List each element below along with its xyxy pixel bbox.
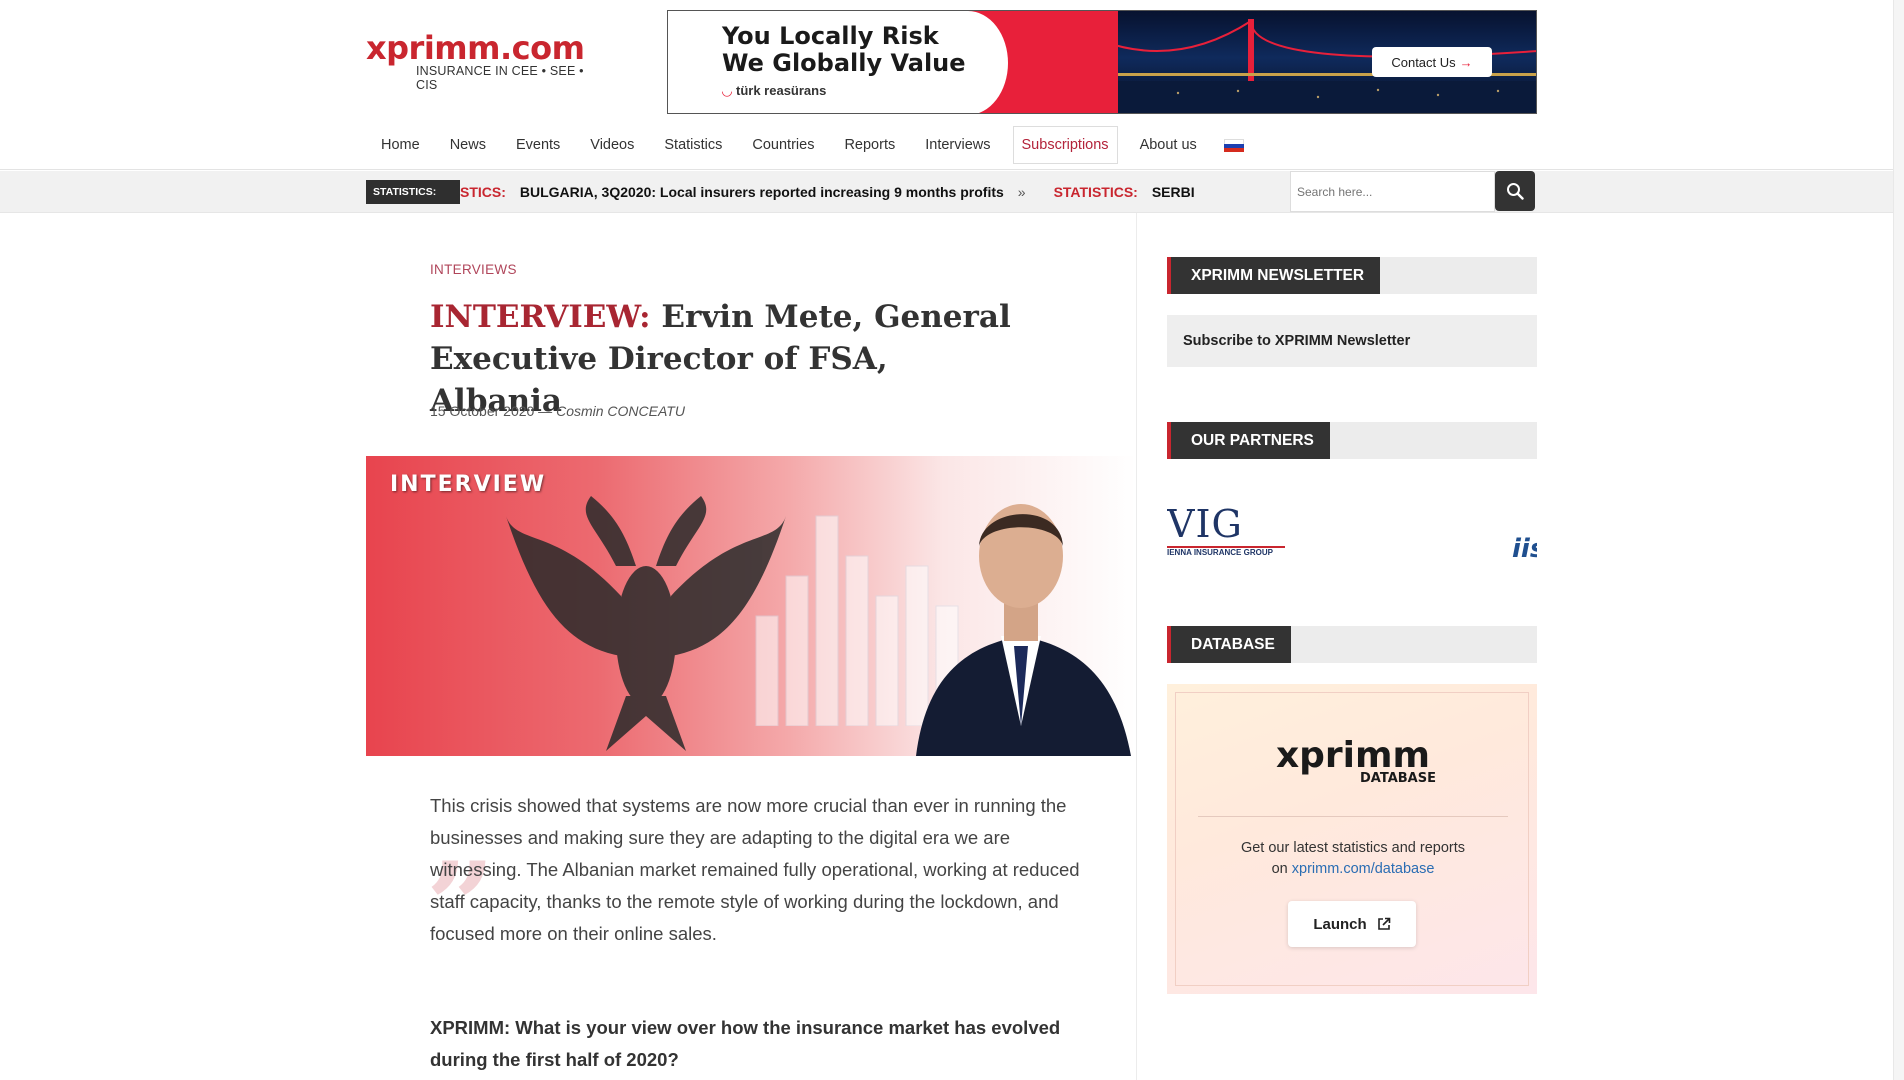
partner-logo-next[interactable]: iis	[1512, 534, 1537, 564]
banner-brand: ◡ türk reasürans	[722, 83, 826, 99]
db-text-line1: Get our latest statistics and reports	[1240, 840, 1466, 856]
ticker-category: STICS:	[460, 184, 506, 200]
main-nav: Home News Events Videos Statistics Count…	[366, 126, 1244, 164]
news-ticker: STATISTICS: STICS: BULGARIA, 3Q2020: Loca…	[0, 171, 1904, 213]
nav-reports[interactable]: Reports	[829, 126, 910, 164]
nav-events[interactable]: Events	[501, 126, 575, 164]
nav-about-us[interactable]: About us	[1125, 126, 1212, 164]
external-link-icon	[1377, 917, 1390, 930]
newsletter-widget-header: XPRIMM NEWSLETTER	[1167, 257, 1537, 294]
search-icon	[1507, 183, 1524, 200]
nav-subscriptions[interactable]: Subscriptions	[1012, 126, 1118, 164]
hero-label: INTERVIEW	[390, 472, 547, 497]
database-promo: xprimm DATABASE Get our latest statistic…	[1167, 684, 1537, 994]
nav-countries[interactable]: Countries	[737, 126, 829, 164]
site-logo[interactable]: xprimm.com INSURANCE IN CEE • SEE • CIS	[366, 29, 606, 92]
db-link[interactable]: xprimm.com/database	[1292, 861, 1435, 877]
launch-label: Launch	[1313, 915, 1367, 933]
contact-us-button[interactable]: Contact Us →	[1372, 47, 1492, 77]
interviewee-portrait	[916, 504, 1131, 756]
launch-button[interactable]: Launch	[1288, 901, 1416, 947]
russian-flag-icon[interactable]	[1223, 138, 1244, 152]
article-date: 15 October 2020	[430, 403, 535, 419]
banner-headline-1: You Locally Risk	[722, 22, 939, 50]
database-title: DATABASE	[1167, 626, 1291, 663]
ticker-separator: »	[1017, 184, 1026, 200]
article-lede: This crisis showed that systems are now …	[430, 795, 1080, 944]
db-divider	[1198, 816, 1508, 817]
search-input[interactable]	[1290, 171, 1495, 212]
newsletter-title: XPRIMM NEWSLETTER	[1167, 257, 1381, 294]
column-divider	[1136, 213, 1137, 1080]
ticker-headline[interactable]: BULGARIA, 3Q2020: Local insurers reporte…	[520, 184, 1004, 200]
article-author[interactable]: Cosmin CONCEATU	[556, 403, 685, 419]
partner-logo-vig[interactable]: VIG IENNA INSURANCE GROUP	[1167, 504, 1285, 557]
banner-brand-name: türk reasürans	[736, 83, 827, 98]
database-logo: xprimm DATABASE	[1176, 735, 1530, 787]
partners-widget-header: OUR PARTNERS	[1167, 422, 1537, 459]
nav-videos[interactable]: Videos	[575, 126, 649, 164]
ad-banner[interactable]: You Locally Risk We Globally Value ◡ türk…	[667, 10, 1537, 114]
albanian-eagle-graphic	[506, 496, 786, 751]
vig-subtitle: IENNA INSURANCE GROUP	[1167, 548, 1273, 557]
article-meta: 15 October 2020 — Cosmin CONCEATU	[430, 403, 685, 419]
db-text-prefix: on	[1271, 861, 1288, 877]
db-logo-wordmark: xprimm	[1275, 735, 1431, 776]
partners-title: OUR PARTNERS	[1167, 422, 1330, 459]
ticker-headline[interactable]: SERBI	[1152, 184, 1195, 200]
search-button[interactable]	[1495, 171, 1535, 211]
brand-mark-icon: ◡	[722, 83, 732, 98]
logo-wordmark: xprimm.com	[366, 29, 585, 67]
newsletter-subscribe-link[interactable]: Subscribe to XPRIMM Newsletter	[1167, 315, 1537, 367]
nav-news[interactable]: News	[435, 126, 501, 164]
db-text-line2: on xprimm.com/database	[1176, 859, 1530, 880]
ticker-label: STATISTICS:	[366, 180, 460, 204]
banner-headline-2: We Globally Value	[722, 49, 966, 77]
site-header: xprimm.com INSURANCE IN CEE • SEE • CIS	[0, 0, 1904, 170]
db-description: Get our latest statistics and reports on…	[1176, 838, 1530, 880]
page-scrollbar[interactable]	[1893, 0, 1904, 1080]
nav-interviews[interactable]: Interviews	[910, 126, 1005, 164]
title-lead: INTERVIEW:	[430, 299, 651, 335]
page: xprimm.com INSURANCE IN CEE • SEE • CIS	[0, 0, 1904, 1080]
partners-carousel: VIG IENNA INSURANCE GROUP iis	[1167, 490, 1537, 570]
contact-us-label: Contact Us	[1391, 54, 1456, 70]
database-widget-header: DATABASE	[1167, 626, 1537, 663]
arrow-right-icon: →	[1459, 54, 1473, 70]
article-category[interactable]: INTERVIEWS	[430, 262, 517, 277]
ticker-category: STATISTICS:	[1053, 184, 1138, 200]
nav-statistics[interactable]: Statistics	[649, 126, 737, 164]
logo-tagline: INSURANCE IN CEE • SEE • CIS	[416, 64, 584, 92]
nav-home[interactable]: Home	[366, 126, 435, 164]
vig-wordmark: VIG	[1167, 502, 1243, 546]
article-question: XPRIMM: What is your view over how the i…	[430, 1017, 1061, 1070]
article-hero-image: INTERVIEW	[366, 456, 1136, 756]
database-promo-frame: xprimm DATABASE Get our latest statistic…	[1175, 692, 1529, 986]
ticker-track: STICS: BULGARIA, 3Q2020: Local insurers r…	[460, 180, 1202, 204]
